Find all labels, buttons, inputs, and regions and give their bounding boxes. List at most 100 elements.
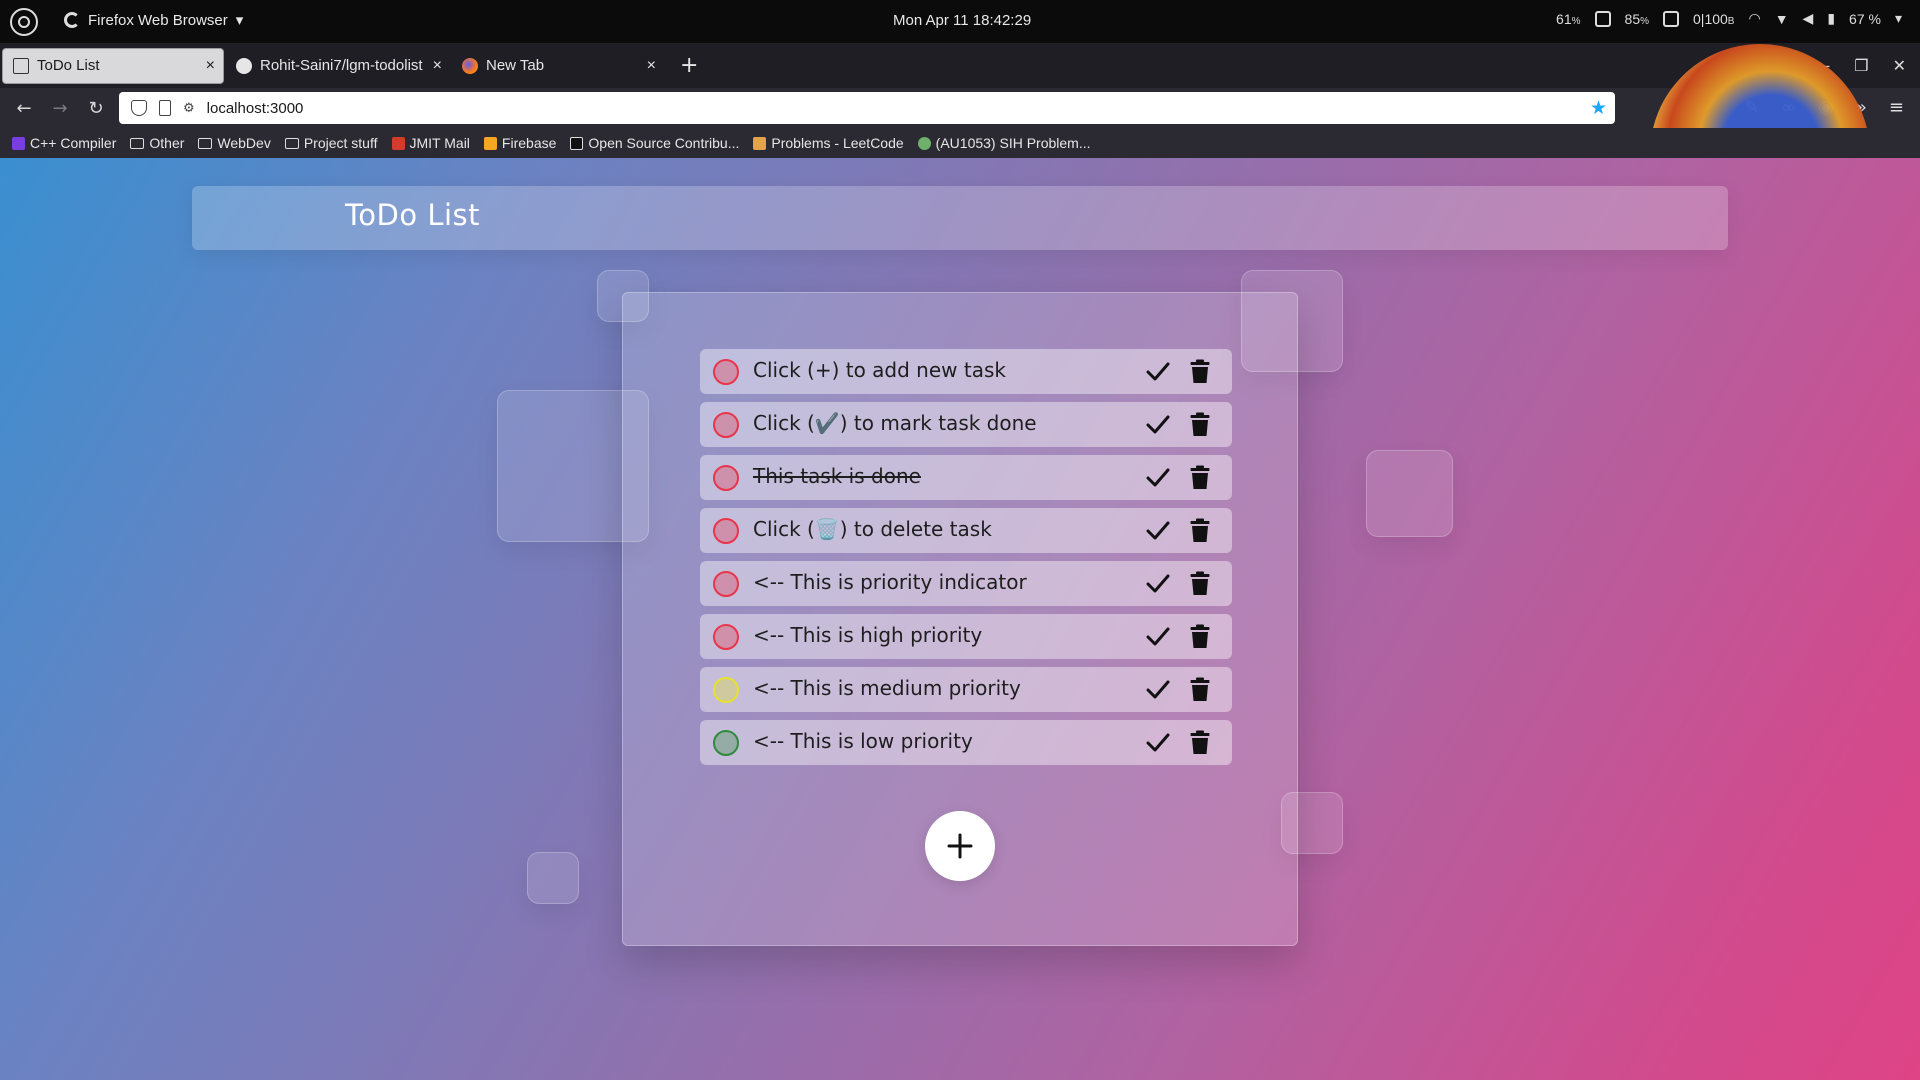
close-icon[interactable]: × [647, 57, 656, 75]
mark-done-check-icon[interactable] [1146, 520, 1170, 542]
cpu-value: 61 [1556, 10, 1572, 27]
task-item[interactable]: This task is done [700, 455, 1232, 500]
mark-done-check-icon[interactable] [1146, 414, 1170, 436]
tab-github[interactable]: Rohit-Saini7/lgm-todolist × [226, 48, 450, 84]
reload-icon[interactable]: ↻ [78, 98, 114, 119]
firefox-icon [462, 57, 478, 74]
priority-indicator-icon[interactable] [713, 677, 739, 703]
add-task-button[interactable] [925, 811, 995, 881]
priority-indicator-icon[interactable] [713, 571, 739, 597]
folder-icon [198, 137, 213, 149]
close-window-icon[interactable]: ✕ [1893, 56, 1906, 75]
app-header: ToDo List [192, 186, 1728, 250]
mark-done-check-icon[interactable] [1146, 361, 1170, 383]
priority-indicator-icon[interactable] [713, 412, 739, 438]
chevron-down-icon: ▾ [1894, 10, 1902, 26]
sih-icon [917, 136, 931, 150]
clock[interactable]: Mon Apr 11 18:42:29 [893, 12, 1031, 29]
page-title: ToDo List [345, 198, 481, 232]
firebase-icon [483, 136, 497, 150]
mark-done-check-icon[interactable] [1146, 679, 1170, 701]
close-icon[interactable]: × [206, 57, 215, 75]
mark-done-check-icon[interactable] [1146, 467, 1170, 489]
bookmark-firebase[interactable]: Firebase [483, 135, 557, 151]
task-text: Click (✔️) to mark task done [753, 411, 1037, 435]
priority-indicator-icon[interactable] [713, 465, 739, 491]
task-list: Click (+) to add new task Click (✔️) to m… [700, 349, 1232, 773]
task-text: <-- This is medium priority [753, 676, 1021, 700]
bookmark-jmit-mail[interactable]: JMIT Mail [391, 135, 470, 151]
app-menu[interactable]: Firefox Web Browser ▾ [64, 11, 243, 29]
delete-trash-icon[interactable] [1190, 359, 1210, 384]
priority-indicator-icon[interactable] [713, 624, 739, 650]
task-item[interactable]: <-- This is priority indicator [700, 561, 1232, 606]
bookmark-star-icon[interactable]: ★ [1590, 97, 1607, 119]
activities-icon[interactable] [10, 8, 38, 36]
decorative-square [527, 852, 579, 904]
back-icon[interactable]: ← [6, 98, 42, 119]
page-icon[interactable] [159, 100, 171, 116]
delete-trash-icon[interactable] [1190, 465, 1210, 490]
mark-done-check-icon[interactable] [1146, 626, 1170, 648]
priority-indicator-icon[interactable] [713, 518, 739, 544]
delete-trash-icon[interactable] [1190, 677, 1210, 702]
system-top-bar: Firefox Web Browser ▾ Mon Apr 11 18:42:2… [0, 0, 1920, 43]
decorative-square [1366, 450, 1453, 537]
signal-icon: ▼ [1774, 10, 1789, 27]
forward-icon[interactable]: → [42, 98, 78, 119]
new-tab-button[interactable]: + [680, 53, 698, 78]
compiler-icon [12, 136, 25, 150]
delete-trash-icon[interactable] [1190, 518, 1210, 543]
bookmark-label: WebDev [217, 135, 271, 151]
bookmark-label: Firebase [501, 135, 557, 151]
bookmark-folder-webdev[interactable]: WebDev [198, 135, 271, 151]
delete-trash-icon[interactable] [1190, 571, 1210, 596]
bookmark-label: Other [149, 135, 185, 151]
mail-icon [391, 136, 405, 150]
battery-value: 67 % [1849, 10, 1881, 27]
close-icon[interactable]: × [433, 57, 442, 75]
firefox-app-icon [64, 12, 80, 28]
task-item[interactable]: Click (🗑️) to delete task [700, 508, 1232, 553]
page-viewport: ToDo List Click (+) to add new task Click… [0, 158, 1920, 1080]
bookmark-label: Problems - LeetCode [771, 135, 904, 151]
cpu-readout: 61% [1556, 10, 1581, 27]
hamburger-menu-icon[interactable]: ≡ [1889, 97, 1904, 118]
priority-indicator-icon[interactable] [713, 359, 739, 385]
folder-icon [130, 137, 145, 149]
task-item[interactable]: Click (✔️) to mark task done [700, 402, 1232, 447]
tab-new-tab[interactable]: New Tab × [452, 48, 664, 84]
bookmark-label: JMIT Mail [409, 135, 470, 151]
task-item[interactable]: <-- This is low priority [700, 720, 1232, 765]
navigation-toolbar: ← → ↻ ⚙ localhost:3000 ★ ✎ ∞ ◉ » ≡ [0, 88, 1920, 128]
bookmark-folder-project-stuff[interactable]: Project stuff [284, 135, 378, 151]
tab-label: ToDo List [37, 57, 100, 74]
task-item[interactable]: <-- This is medium priority [700, 667, 1232, 712]
bookmark-leetcode[interactable]: Problems - LeetCode [753, 135, 904, 151]
wifi-icon: ◠ [1748, 10, 1761, 26]
tab-todo-list[interactable]: ToDo List × [2, 47, 224, 84]
delete-trash-icon[interactable] [1190, 730, 1210, 755]
bookmark-label: (AU1053) SIH Problem... [935, 135, 1091, 151]
bookmark-folder-other[interactable]: Other [130, 135, 184, 151]
folder-icon [284, 137, 299, 149]
bookmark-sih[interactable]: (AU1053) SIH Problem... [917, 135, 1091, 151]
permissions-icon[interactable]: ⚙ [183, 101, 195, 116]
priority-indicator-icon[interactable] [713, 730, 739, 756]
net-readout: 0|100B [1693, 11, 1734, 27]
address-bar[interactable]: ⚙ localhost:3000 ★ [119, 92, 1615, 124]
task-item[interactable]: Click (+) to add new task [700, 349, 1232, 394]
mark-done-check-icon[interactable] [1146, 732, 1170, 754]
shield-icon[interactable] [131, 100, 147, 116]
leetcode-icon [753, 136, 767, 150]
delete-trash-icon[interactable] [1190, 412, 1210, 437]
mark-done-check-icon[interactable] [1146, 573, 1170, 595]
bookmark-cpp-compiler[interactable]: C++ Compiler [12, 135, 116, 151]
system-tray[interactable]: 61% 85% 0|100B ◠ ▼ ◀ ▮ 67 % ▾ [1556, 10, 1902, 27]
task-text: Click (🗑️) to delete task [753, 517, 992, 541]
bookmarks-toolbar: C++ Compiler Other WebDev Project stuff … [0, 128, 1920, 158]
bookmark-open-source[interactable]: Open Source Contribu... [570, 135, 739, 151]
delete-trash-icon[interactable] [1190, 624, 1210, 649]
task-item[interactable]: <-- This is high priority [700, 614, 1232, 659]
url-text[interactable]: localhost:3000 [207, 100, 304, 117]
